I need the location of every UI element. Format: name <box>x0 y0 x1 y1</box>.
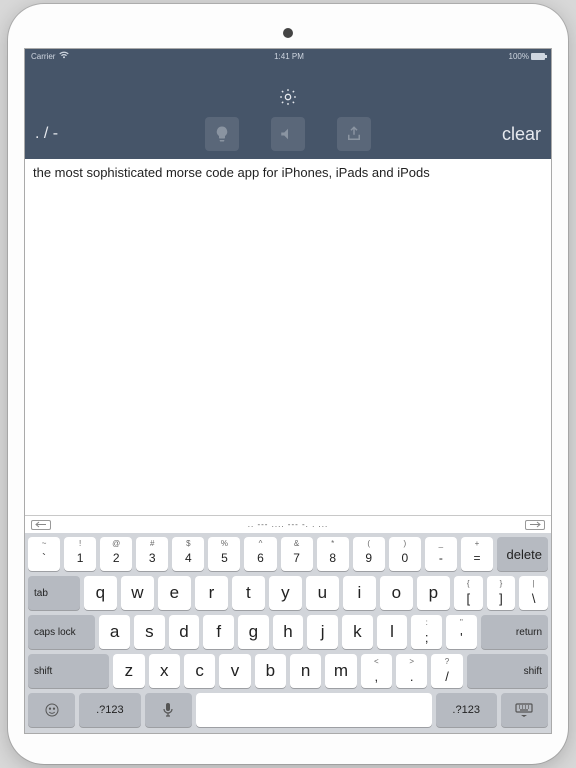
carrier-label: Carrier <box>31 52 55 61</box>
slash-key[interactable]: ?/ <box>431 654 462 688</box>
hide-keyboard-key[interactable] <box>501 693 548 727</box>
key-q[interactable]: q <box>84 576 117 610</box>
key-p[interactable]: p <box>417 576 450 610</box>
morse-output: .. --- .... --- -. . ... <box>51 520 525 529</box>
undo-button[interactable] <box>31 520 51 530</box>
key-=[interactable]: += <box>461 537 493 571</box>
key-h[interactable]: h <box>273 615 304 649</box>
emoji-key[interactable] <box>28 693 75 727</box>
key-\[interactable]: |\ <box>519 576 548 610</box>
morse-output-bar: .. --- .... --- -. . ... <box>25 515 551 533</box>
quote-key[interactable]: "' <box>446 615 477 649</box>
key-7[interactable]: &7 <box>281 537 313 571</box>
keyboard-row-a: caps lock asdfghjkl :; "' return <box>28 615 548 649</box>
comma-key[interactable]: <, <box>361 654 392 688</box>
key-1[interactable]: !1 <box>64 537 96 571</box>
key-l[interactable]: l <box>377 615 408 649</box>
capslock-key[interactable]: caps lock <box>28 615 95 649</box>
sound-button[interactable] <box>271 117 305 151</box>
key-4[interactable]: $4 <box>172 537 204 571</box>
dictation-key[interactable] <box>145 693 192 727</box>
clear-button[interactable]: clear <box>481 124 541 145</box>
keyboard-bottom-row: .?123 .?123 <box>28 693 548 727</box>
key-z[interactable]: z <box>113 654 144 688</box>
toolbar: . / - clear <box>25 117 551 151</box>
flash-button[interactable] <box>205 117 239 151</box>
key-2[interactable]: @2 <box>100 537 132 571</box>
key-k[interactable]: k <box>342 615 373 649</box>
status-bar: Carrier 1:41 PM 100% <box>25 49 551 63</box>
tool-buttons <box>205 117 371 151</box>
key-m[interactable]: m <box>325 654 356 688</box>
key-`[interactable]: ~` <box>28 537 60 571</box>
key-s[interactable]: s <box>134 615 165 649</box>
keyboard-number-row: ~`!1@2#3$4%5^6&7*8(9)0_-+=delete <box>28 537 548 571</box>
app-header: . / - clear <box>25 63 551 159</box>
text-input[interactable]: the most sophisticated morse code app fo… <box>25 159 551 515</box>
key-r[interactable]: r <box>195 576 228 610</box>
keyboard-row-q: tab qwertyuiop {[}]|\ <box>28 576 548 610</box>
key-c[interactable]: c <box>184 654 215 688</box>
semicolon-key[interactable]: :; <box>411 615 442 649</box>
key-d[interactable]: d <box>169 615 200 649</box>
key-w[interactable]: w <box>121 576 154 610</box>
keyboard: ~`!1@2#3$4%5^6&7*8(9)0_-+=delete tab qwe… <box>25 533 551 733</box>
key-e[interactable]: e <box>158 576 191 610</box>
space-key[interactable] <box>196 693 432 727</box>
share-button[interactable] <box>337 117 371 151</box>
symbols-right-key[interactable]: .?123 <box>436 693 497 727</box>
battery-indicator: 100% <box>509 52 545 61</box>
key-3[interactable]: #3 <box>136 537 168 571</box>
shift-right-key[interactable]: shift <box>467 654 548 688</box>
settings-button[interactable] <box>274 83 302 111</box>
key-u[interactable]: u <box>306 576 339 610</box>
key-[[interactable]: {[ <box>454 576 483 610</box>
key-y[interactable]: y <box>269 576 302 610</box>
key-n[interactable]: n <box>290 654 321 688</box>
redo-button[interactable] <box>525 520 545 530</box>
clock: 1:41 PM <box>274 52 304 61</box>
key-g[interactable]: g <box>238 615 269 649</box>
key-f[interactable]: f <box>203 615 234 649</box>
key--[interactable]: _- <box>425 537 457 571</box>
key-9[interactable]: (9 <box>353 537 385 571</box>
key-5[interactable]: %5 <box>208 537 240 571</box>
key-6[interactable]: ^6 <box>244 537 276 571</box>
ipad-frame: Carrier 1:41 PM 100% <box>8 4 568 764</box>
camera-dot <box>283 28 293 38</box>
key-a[interactable]: a <box>99 615 130 649</box>
delete-key[interactable]: delete <box>497 537 548 571</box>
key-i[interactable]: i <box>343 576 376 610</box>
symbols-left-key[interactable]: .?123 <box>79 693 140 727</box>
key-v[interactable]: v <box>219 654 250 688</box>
tab-key[interactable]: tab <box>28 576 80 610</box>
return-key[interactable]: return <box>481 615 548 649</box>
key-0[interactable]: )0 <box>389 537 421 571</box>
key-8[interactable]: *8 <box>317 537 349 571</box>
battery-percent: 100% <box>509 52 529 61</box>
shift-left-key[interactable]: shift <box>28 654 109 688</box>
key-][interactable]: }] <box>487 576 516 610</box>
mode-toggle[interactable]: . / - <box>35 125 95 143</box>
period-key[interactable]: >. <box>396 654 427 688</box>
keyboard-row-z: shift zxcvbnm <, >. ?/ shift <box>28 654 548 688</box>
screen: Carrier 1:41 PM 100% <box>24 48 552 734</box>
wifi-icon <box>59 51 69 61</box>
key-t[interactable]: t <box>232 576 265 610</box>
key-x[interactable]: x <box>149 654 180 688</box>
key-b[interactable]: b <box>255 654 286 688</box>
key-j[interactable]: j <box>307 615 338 649</box>
key-o[interactable]: o <box>380 576 413 610</box>
